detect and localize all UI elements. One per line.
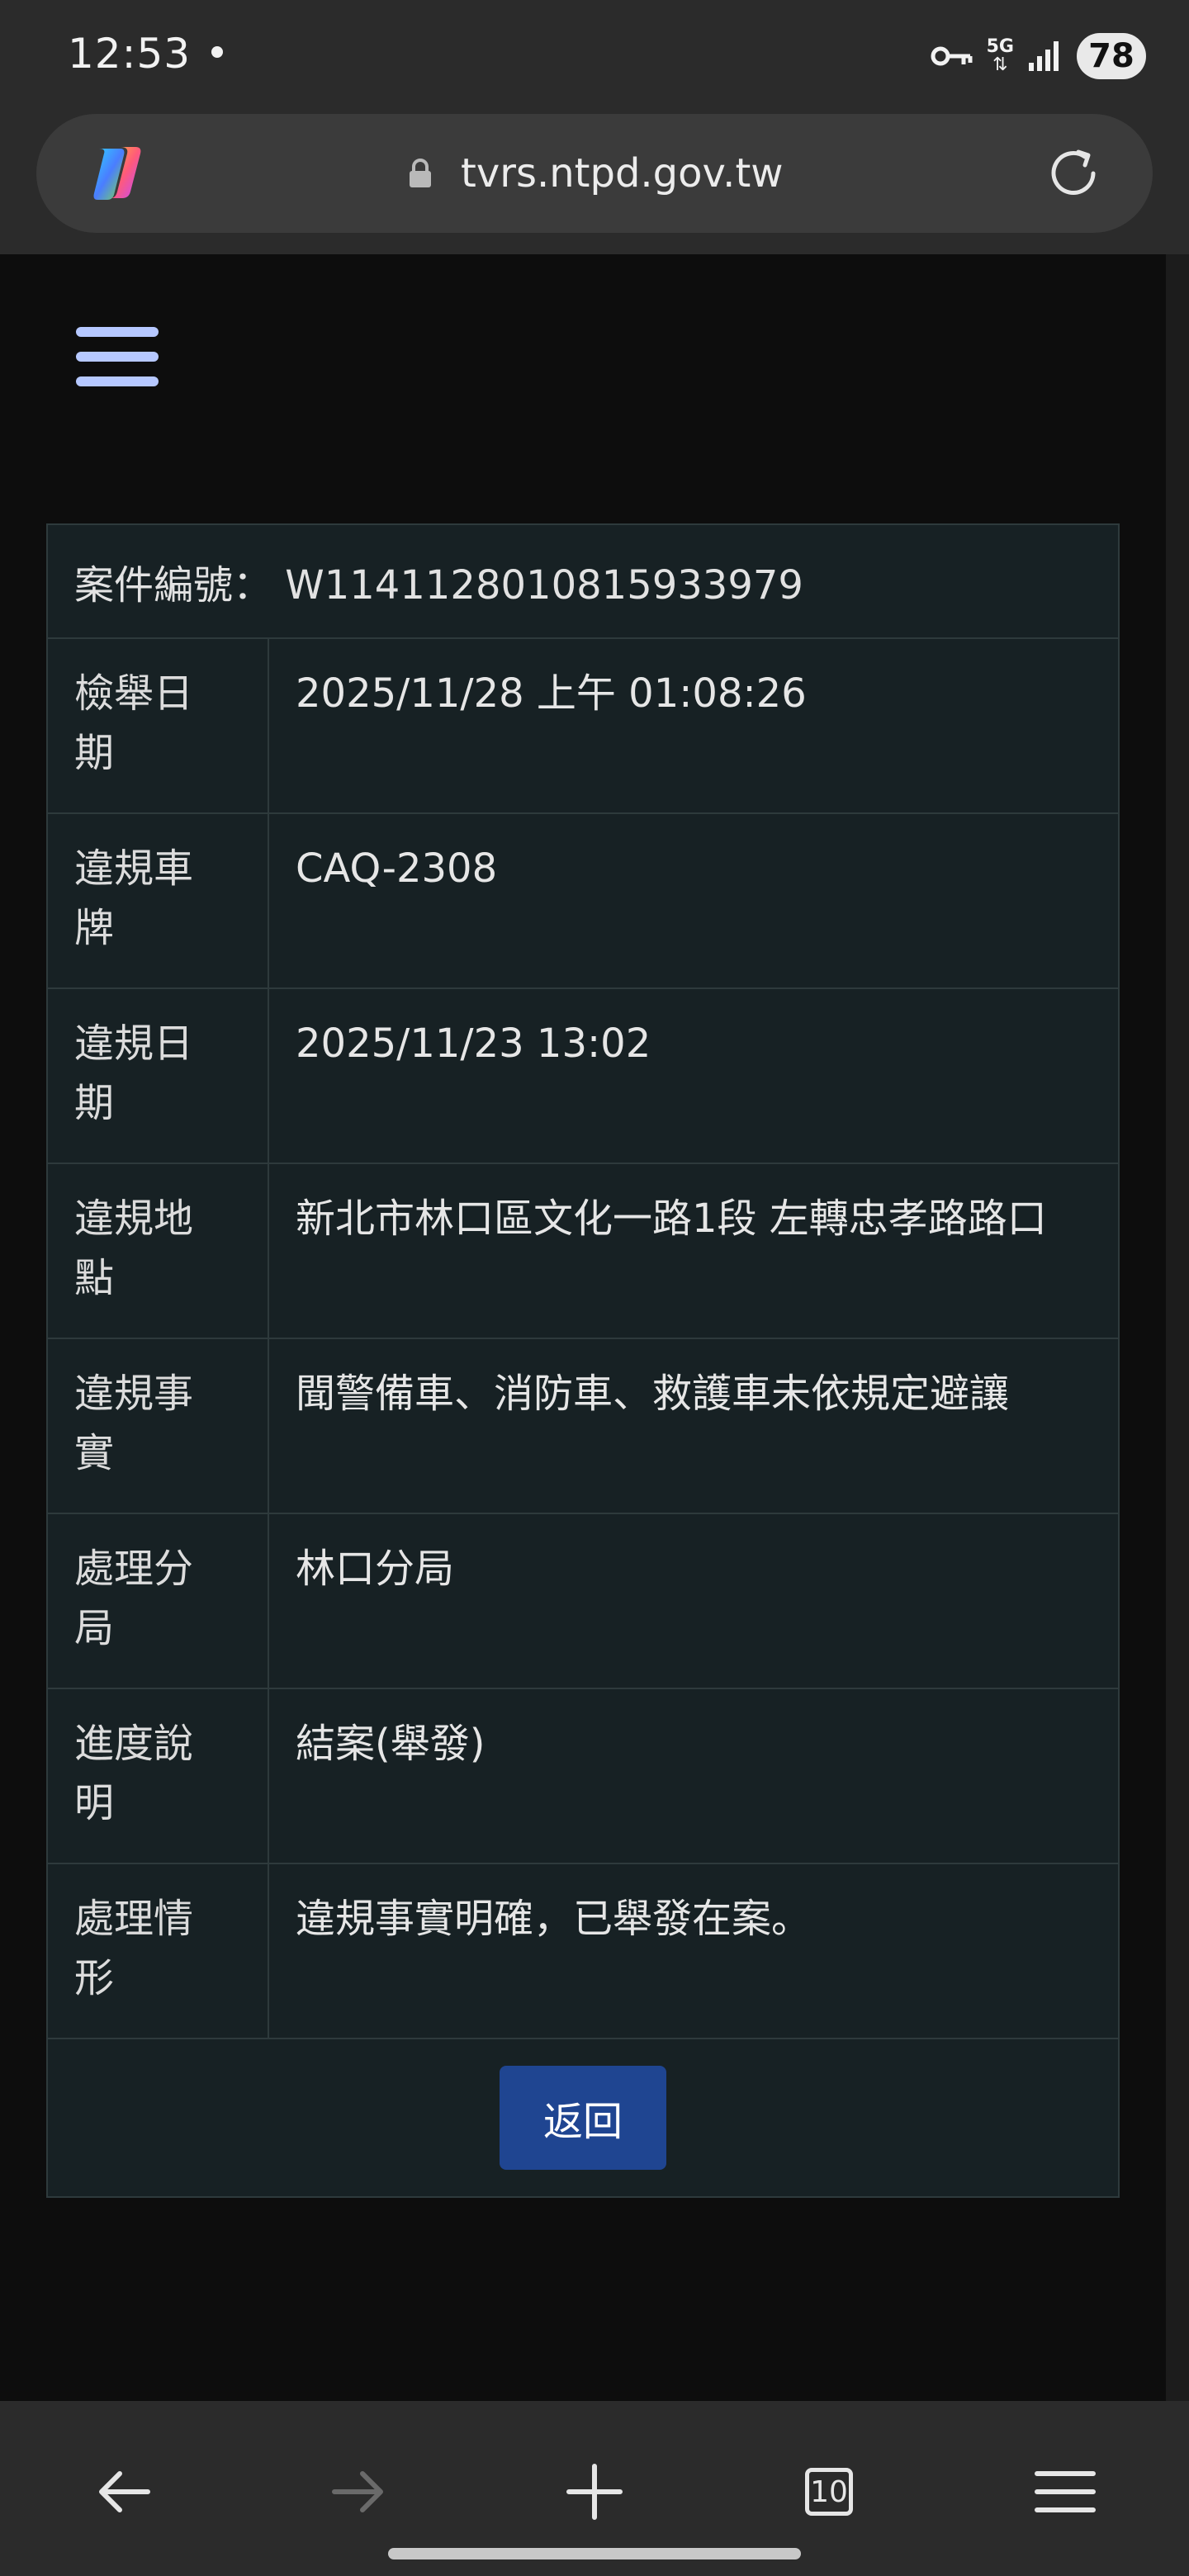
home-indicator[interactable] xyxy=(388,2548,801,2559)
battery-indicator: 78 xyxy=(1077,33,1146,79)
row-value: 2025/11/23 13:02 xyxy=(296,1020,651,1067)
page-scrollbar[interactable] xyxy=(1166,254,1189,2401)
menu-icon[interactable] xyxy=(1024,2451,1106,2533)
forward-icon xyxy=(317,2451,400,2533)
case-number: 案件編號： W1141128010815933979 xyxy=(74,562,803,608)
row-value: 違規事實明確，已舉發在案。 xyxy=(296,1896,812,1942)
vpn-key-icon xyxy=(931,46,973,66)
row-label: 處理情形 xyxy=(48,1864,269,2038)
status-icons: 5G ⇅ 78 xyxy=(931,31,1146,81)
button-row: 返回 xyxy=(48,2039,1118,2196)
reload-icon[interactable] xyxy=(1042,142,1105,205)
back-icon[interactable] xyxy=(83,2451,165,2533)
tabs-icon[interactable]: 10 xyxy=(788,2451,870,2533)
row-label: 檢舉日期 xyxy=(48,639,269,812)
table-row: 違規事實 聞警備車、消防車、救護車未依規定避讓 xyxy=(48,1339,1118,1514)
network-5g-icon: 5G ⇅ xyxy=(986,36,1014,75)
row-value: 新北市林口區文化一路1段 左轉忠孝路路口 xyxy=(296,1196,1047,1242)
row-label: 進度說明 xyxy=(48,1689,269,1863)
address-bar[interactable]: tvrs.ntpd.gov.tw xyxy=(36,114,1153,233)
row-value: 聞警備車、消防車、救護車未依規定避讓 xyxy=(296,1371,1010,1417)
web-page: 案件編號： W1141128010815933979 檢舉日期 2025/11/… xyxy=(0,254,1166,2401)
lock-icon xyxy=(410,159,431,187)
copilot-icon[interactable] xyxy=(88,140,154,206)
table-row: 違規地點 新北市林口區文化一路1段 左轉忠孝路路口 xyxy=(48,1164,1118,1339)
tab-count: 10 xyxy=(810,2474,848,2509)
new-tab-icon[interactable] xyxy=(553,2451,636,2533)
browser-bottom-bar: 10 xyxy=(0,2401,1189,2576)
status-bar: 12:53 5G ⇅ 78 xyxy=(0,0,1189,114)
back-button[interactable]: 返回 xyxy=(500,2066,666,2170)
case-detail-table: 案件編號： W1141128010815933979 檢舉日期 2025/11/… xyxy=(46,523,1120,2198)
row-value: CAQ-2308 xyxy=(296,845,498,892)
case-number-row: 案件編號： W1141128010815933979 xyxy=(48,525,1118,639)
signal-icon xyxy=(1029,41,1059,71)
row-label: 違規日期 xyxy=(48,989,269,1163)
table-row: 檢舉日期 2025/11/28 上午 01:08:26 xyxy=(48,639,1118,814)
table-row: 處理情形 違規事實明確，已舉發在案。 xyxy=(48,1864,1118,2039)
row-label: 違規地點 xyxy=(48,1164,269,1338)
row-value: 結案(舉發) xyxy=(296,1721,486,1767)
row-label: 違規車牌 xyxy=(48,814,269,987)
site-menu-icon[interactable] xyxy=(76,327,159,396)
table-row: 處理分局 林口分局 xyxy=(48,1514,1118,1689)
row-label: 處理分局 xyxy=(48,1514,269,1688)
table-row: 違規車牌 CAQ-2308 xyxy=(48,814,1118,989)
row-value: 林口分局 xyxy=(296,1546,455,1592)
row-label: 違規事實 xyxy=(48,1339,269,1513)
browser-toolbar: tvrs.ntpd.gov.tw xyxy=(0,114,1189,254)
url-text[interactable]: tvrs.ntpd.gov.tw xyxy=(461,150,784,197)
table-row: 違規日期 2025/11/23 13:02 xyxy=(48,989,1118,1164)
notification-dot xyxy=(211,46,223,58)
row-value: 2025/11/28 上午 01:08:26 xyxy=(296,670,807,717)
clock: 12:53 xyxy=(68,30,192,78)
table-row: 進度說明 結案(舉發) xyxy=(48,1689,1118,1864)
